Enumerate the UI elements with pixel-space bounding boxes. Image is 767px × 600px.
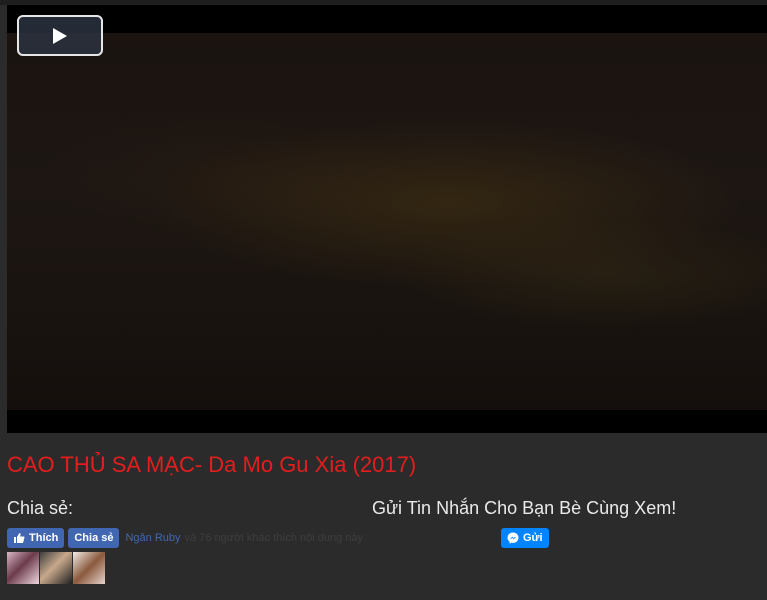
send-button-label: Gửi	[523, 532, 543, 544]
thumbs-up-icon	[13, 532, 25, 544]
friend-name-link[interactable]: Ngân Ruby	[125, 532, 180, 544]
messenger-send-button[interactable]: Gửi	[501, 528, 549, 548]
facebook-like-button[interactable]: Thích	[7, 528, 65, 548]
avatar[interactable]	[40, 552, 72, 584]
like-label: Thích	[29, 532, 59, 544]
send-message-label: Gửi Tin Nhắn Cho Bạn Bè Cùng Xem!	[372, 498, 677, 518]
video-frame[interactable]	[7, 33, 767, 410]
messenger-icon	[507, 532, 519, 544]
video-player[interactable]	[7, 5, 767, 433]
friends-avatars	[7, 552, 106, 584]
play-button[interactable]	[17, 15, 103, 56]
movie-title: CAO THỦ SA MẠC- Da Mo Gu Xia (2017)	[7, 452, 417, 477]
play-icon	[52, 27, 68, 45]
likes-summary: và 76 người khác thích nội dung này	[184, 532, 364, 544]
facebook-share-button[interactable]: Chia sẻ	[68, 528, 120, 548]
share-button-label: Chia sẻ	[74, 532, 114, 544]
avatar[interactable]	[7, 552, 39, 584]
avatar[interactable]	[73, 552, 105, 584]
share-label: Chia sẻ:	[7, 498, 74, 518]
facebook-share-row: Thích Chia sẻ Ngân Ruby và 76 người khác…	[7, 528, 363, 548]
